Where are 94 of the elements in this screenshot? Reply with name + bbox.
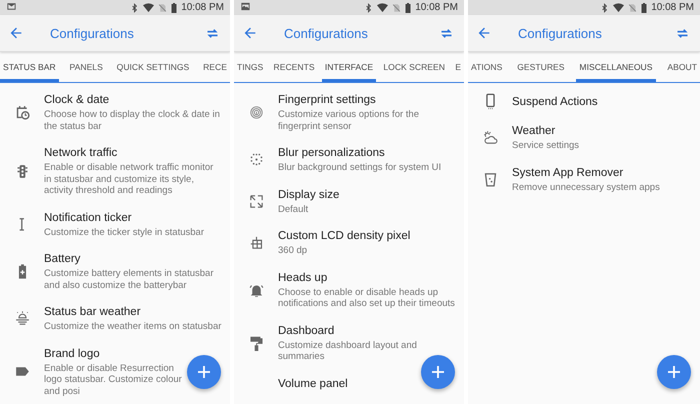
tab[interactable]: TINGS	[234, 55, 266, 82]
setting-title: System App Remover	[512, 166, 624, 180]
settings-row[interactable]: Brand logo Enable or disable Resurrection logo statusbar. Customize colour and posi	[0, 340, 230, 404]
setting-title: Battery	[44, 252, 82, 266]
tab[interactable]: RECENTS	[270, 55, 318, 82]
setting-description: Customize various options for the fingerprint sensor	[278, 109, 420, 132]
setting-title: Custom LCD density pixel	[278, 229, 410, 243]
tab[interactable]: STATUS BAR	[0, 55, 59, 82]
back-arrow-icon	[8, 25, 24, 41]
tab[interactable]: MISCELLANEOUS	[576, 55, 656, 82]
setting-title: Suspend Actions	[512, 94, 598, 108]
setting-title: Dashboard	[278, 324, 336, 338]
setting-title: Blur personalizations	[278, 146, 386, 160]
setting-title: Weather	[512, 124, 556, 138]
status-time: 10:08 PM	[415, 2, 458, 13]
setting-title: Display size	[278, 188, 340, 202]
toolbar-title: Configurations	[284, 26, 369, 40]
settings-row[interactable]: Notification ticker Customize the ticker style in statusbar	[0, 204, 230, 245]
settings-row[interactable]: Custom LCD density pixel 360 dp	[234, 222, 464, 264]
tab[interactable]: LOCK SCREEN	[380, 55, 448, 82]
settings-row[interactable]: Battery Customize battery elements in statusbar and also customize the batterybar	[0, 245, 230, 298]
battery-status-icon	[171, 2, 178, 12]
wifi-icon	[377, 2, 388, 12]
no-sim-icon	[158, 2, 168, 12]
settings-row[interactable]: Volume panel	[234, 370, 464, 398]
fingerprint-icon	[248, 104, 264, 121]
setting-description: Remove unnecessary system apps	[512, 182, 660, 193]
setting-description: Default	[278, 204, 310, 215]
bluetooth-icon	[130, 2, 140, 12]
setting-description: Blur background settings for system UI	[278, 162, 442, 174]
setting-description: Service settings	[512, 140, 580, 152]
back-arrow-icon	[242, 25, 258, 41]
settings-row[interactable]: Clock & date Choose how to display the clock & date in the status bar	[0, 86, 230, 139]
toolbar-title: Configurations	[518, 26, 603, 40]
setting-description: Customize the ticker style in statusbar	[44, 226, 204, 238]
tab[interactable]: INTERFACE	[322, 55, 376, 82]
setting-title: Brand logo	[44, 346, 101, 360]
add-button[interactable]	[421, 355, 455, 389]
tab[interactable]: ATIONS	[468, 55, 506, 82]
resize-icon	[248, 192, 264, 210]
setting-description: Customize the weather items on statusbar	[44, 321, 222, 332]
plus-icon	[668, 366, 680, 378]
setting-description: Choose to enable or disable heads up notifications and also set up their timeouts	[278, 286, 456, 310]
settings-row[interactable]: Suspend Actions	[468, 86, 700, 117]
tab[interactable]: QUICK SETTINGS	[114, 55, 192, 82]
add-button[interactable]	[187, 355, 221, 389]
setting-title: Status bar weather	[44, 305, 142, 319]
settings-row[interactable]: Fingerprint settings Customize various options for the fingerprint sensor	[234, 86, 464, 139]
tab[interactable]: E	[452, 55, 464, 82]
plus-icon	[198, 366, 210, 378]
no-sim-icon	[392, 2, 402, 12]
setting-title: Heads up	[278, 270, 328, 284]
settings-row[interactable]: Blur personalizations Blur background settings for system UI	[234, 139, 464, 180]
add-button[interactable]	[657, 355, 691, 389]
setting-description: Choose how to display the clock & date in the status bar	[44, 109, 221, 132]
setting-description: Enable or disable network traffic monitor in statusbar and customize its style, activity threshold and readings	[44, 162, 214, 196]
battery-status-icon	[641, 2, 648, 12]
settings-row[interactable]: Weather Service settings	[468, 117, 700, 158]
wifi-icon	[143, 2, 154, 12]
back-arrow-icon	[476, 25, 492, 41]
sunrise-icon	[14, 310, 30, 328]
settings-row[interactable]: Display size Default	[234, 180, 464, 222]
tab[interactable]: RECE	[200, 55, 230, 82]
paint-roller-icon	[248, 334, 264, 352]
setting-description: Customize battery elements in statusbar and also customize the batterybar	[44, 268, 214, 291]
setting-title: Network traffic	[44, 146, 118, 160]
plus-icon	[432, 366, 444, 378]
status-time: 10:08 PM	[181, 2, 224, 13]
tab[interactable]: PANELS	[66, 55, 106, 82]
setting-description: Customize dashboard layout and summaries	[278, 340, 418, 362]
status-time: 10:08 PM	[651, 2, 694, 13]
text-cursor-icon	[19, 218, 25, 231]
setting-title: Volume panel	[278, 376, 348, 390]
wifi-icon	[613, 2, 624, 12]
no-sim-icon	[628, 2, 638, 12]
settings-row[interactable]: System App Remover Remove unnecessary system apps	[468, 158, 700, 200]
settings-row[interactable]: Status bar weather Customize the weather items on statusbar	[0, 298, 230, 340]
settings-row[interactable]: Heads up Choose to enable or disable heads up notifications and also set up their timeouts	[234, 264, 464, 316]
tab[interactable]: ABOUT	[664, 55, 700, 82]
settings-row[interactable]: Network traffic Enable or disable network traffic monitor in statusbar and customize its style, activity threshold and readings	[0, 139, 230, 204]
setting-title: Notification ticker	[44, 210, 133, 224]
battery-status-icon	[405, 2, 412, 12]
setting-description: Enable or disable Resurrection logo statusbar. Customize colour and posi	[44, 362, 183, 397]
bluetooth-icon	[364, 2, 374, 12]
image-icon	[240, 0, 251, 12]
cloud-sun-icon	[482, 129, 498, 146]
toolbar-title: Configurations	[50, 26, 135, 40]
setting-description: 360 dp	[278, 245, 308, 256]
bluetooth-icon	[600, 2, 610, 12]
setting-title: Fingerprint settings	[278, 93, 377, 107]
envelope-icon	[6, 0, 17, 12]
tab[interactable]: GESTURES	[514, 55, 568, 82]
settings-row[interactable]: Dashboard Customize dashboard layout and summaries	[234, 316, 464, 370]
setting-title: Clock & date	[44, 93, 110, 107]
